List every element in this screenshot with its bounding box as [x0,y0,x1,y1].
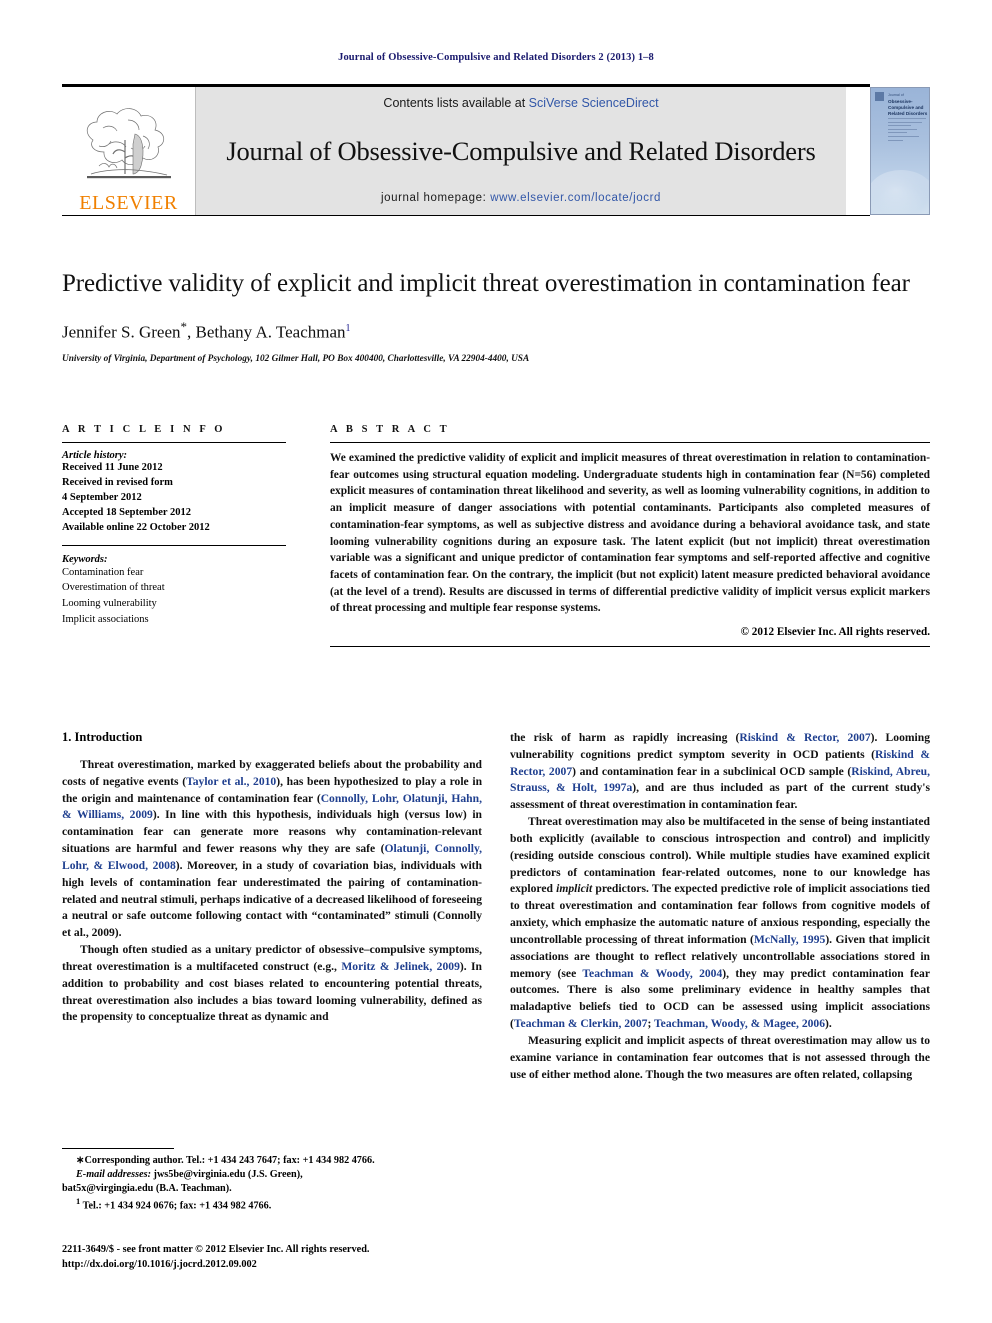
body-columns: 1. Introduction Threat overestimation, m… [62,730,930,1083]
abstract-rule [330,442,930,443]
keyword-item: Looming vulnerability [62,598,157,610]
cover-journal-prefix: Journal of [888,93,904,97]
title-block: Predictive validity of explicit and impl… [62,268,930,364]
citation-link[interactable]: Teachman, Woody, & Magee, 2006 [654,1017,825,1030]
elsevier-wordmark: ELSEVIER [79,192,178,214]
column-gap [286,424,330,647]
contents-lists-line: Contents lists available at SciVerse Sci… [383,96,658,110]
emphasis-run: implicit [556,882,593,896]
affiliation: University of Virginia, Department of Ps… [62,353,530,364]
email-address[interactable]: bat5x@virgingia.edu (B.A. Teachman). [62,1183,232,1194]
citation-link[interactable]: Moritz & Jelinek, 2009 [341,960,460,973]
keyword-item: Overestimation of threat [62,582,165,594]
keyword-item: Implicit associations [62,613,149,625]
article-history-label: Article history: [62,450,128,461]
cover-placeholder-lines [888,118,926,143]
paragraph: Though often studied as a unitary predic… [62,942,482,1026]
author-note-marker: 1 [345,323,351,334]
issn-copyright-line: 2211-3649/$ - see front matter © 2012 El… [62,1244,370,1255]
section-heading-introduction: 1. Introduction [62,730,143,744]
homepage-prefix: journal homepage: [380,192,491,204]
masthead-bottom-rule [62,215,870,216]
author-first: Jennifer S. Green [62,322,181,342]
journal-title: Journal of Obsessive-Compulsive and Rela… [226,135,816,166]
journal-homepage-link[interactable]: www.elsevier.com/locate/jocrd [490,192,661,204]
abstract-column: A B S T R A C T We examined the predicti… [330,424,930,648]
footnote-text: Corresponding author. Tel.: +1 434 243 7… [84,1155,375,1166]
imprint-block: 2211-3649/$ - see front matter © 2012 El… [62,1243,492,1273]
article-page: Journal of Obsessive-Compulsive and Rela… [0,0,992,1323]
history-item: Received 11 June 2012 [62,462,163,473]
history-item: 4 September 2012 [62,491,142,503]
doi-line[interactable]: http://dx.doi.org/10.1016/j.jocrd.2012.0… [62,1258,492,1273]
footnote-block: ∗Corresponding author. Tel.: +1 434 243 … [62,1148,482,1214]
cover-journal-name: Obsessive-Compulsive and Related Disorde… [888,99,928,116]
journal-cover-thumbnail: Journal of Obsessive-Compulsive and Rela… [870,87,930,215]
keywords-rule [62,544,286,546]
journal-homepage-line: journal homepage: www.elsevier.com/locat… [381,192,661,204]
history-item: Available online 22 October 2012 [62,521,210,533]
journal-masthead: ELSEVIER Contents lists available at Sci… [62,84,930,216]
history-item: Received in revised form [62,476,173,488]
article-info-rule [62,442,286,443]
abstract-heading: A B S T R A C T [330,424,450,435]
info-abstract-row: A R T I C L E I N F O Article history: R… [62,424,930,648]
citation-link[interactable]: McNally, 1995 [754,933,825,946]
body-left-column: 1. Introduction Threat overestimation, m… [62,730,482,1083]
citation-link[interactable]: Riskind & Rector, 2007 [739,731,870,744]
body-right-column: the risk of harm as rapidly increasing (… [510,730,930,1083]
column-gutter [482,730,510,1083]
elsevier-logo: ELSEVIER [62,87,196,215]
keyword-item: Contamination fear [62,566,144,578]
citation-link[interactable]: Teachman & Woody, 2004 [582,967,722,980]
history-item: Accepted 18 September 2012 [62,506,191,518]
footnote-rule [62,1148,174,1149]
citation-link[interactable]: Teachman & Clerkin, 2007 [514,1017,648,1030]
text-run: the risk of harm as rapidly increasing ( [510,731,740,744]
paragraph: Measuring explicit and implicit aspects … [510,1033,930,1081]
paragraph: Threat overestimation, marked by exagger… [62,757,482,942]
cover-brain-graphic [871,170,929,214]
citation-link[interactable]: Taylor et al., 2010 [186,775,276,788]
article-info-heading: A R T I C L E I N F O [62,424,226,435]
abstract-bottom-rule [330,646,930,648]
text-run: ). [825,1017,832,1031]
corresponding-star-icon: ∗ [76,1155,85,1166]
author-second: , Bethany A. Teachman [187,322,346,342]
elsevier-tree-icon [86,108,171,179]
masthead-center: Contents lists available at SciVerse Sci… [196,87,846,215]
author-list: Jennifer S. Green*, Bethany A. Teachman1 [62,319,930,343]
email-label: E-mail addresses: [76,1169,151,1181]
keywords-label: Keywords: [62,553,108,565]
text-run: ) and contamination fear in a subclinica… [572,764,852,778]
paragraph: the risk of harm as rapidly increasing (… [510,730,930,814]
abstract-text: We examined the predictive validity of e… [330,452,930,615]
page-title: Predictive validity of explicit and impl… [62,270,910,297]
contents-prefix: Contents lists available at [383,96,529,110]
email-address[interactable]: jws5be@virginia.edu (J.S. Green), [151,1169,303,1180]
running-head: Journal of Obsessive-Compulsive and Rela… [338,52,654,63]
copyright-line: © 2012 Elsevier Inc. All rights reserved… [740,626,930,639]
article-info-column: A R T I C L E I N F O Article history: R… [62,424,286,647]
footnote-corresponding: ∗Corresponding author. Tel.: +1 434 243 … [62,1154,482,1214]
cover-logo-square-icon [875,92,884,101]
footnote-text: Tel.: +1 434 924 0676; fax: +1 434 982 4… [80,1200,272,1212]
paragraph: Threat overestimation may also be multif… [510,814,930,1033]
sciencedirect-link[interactable]: SciVerse ScienceDirect [529,96,659,110]
